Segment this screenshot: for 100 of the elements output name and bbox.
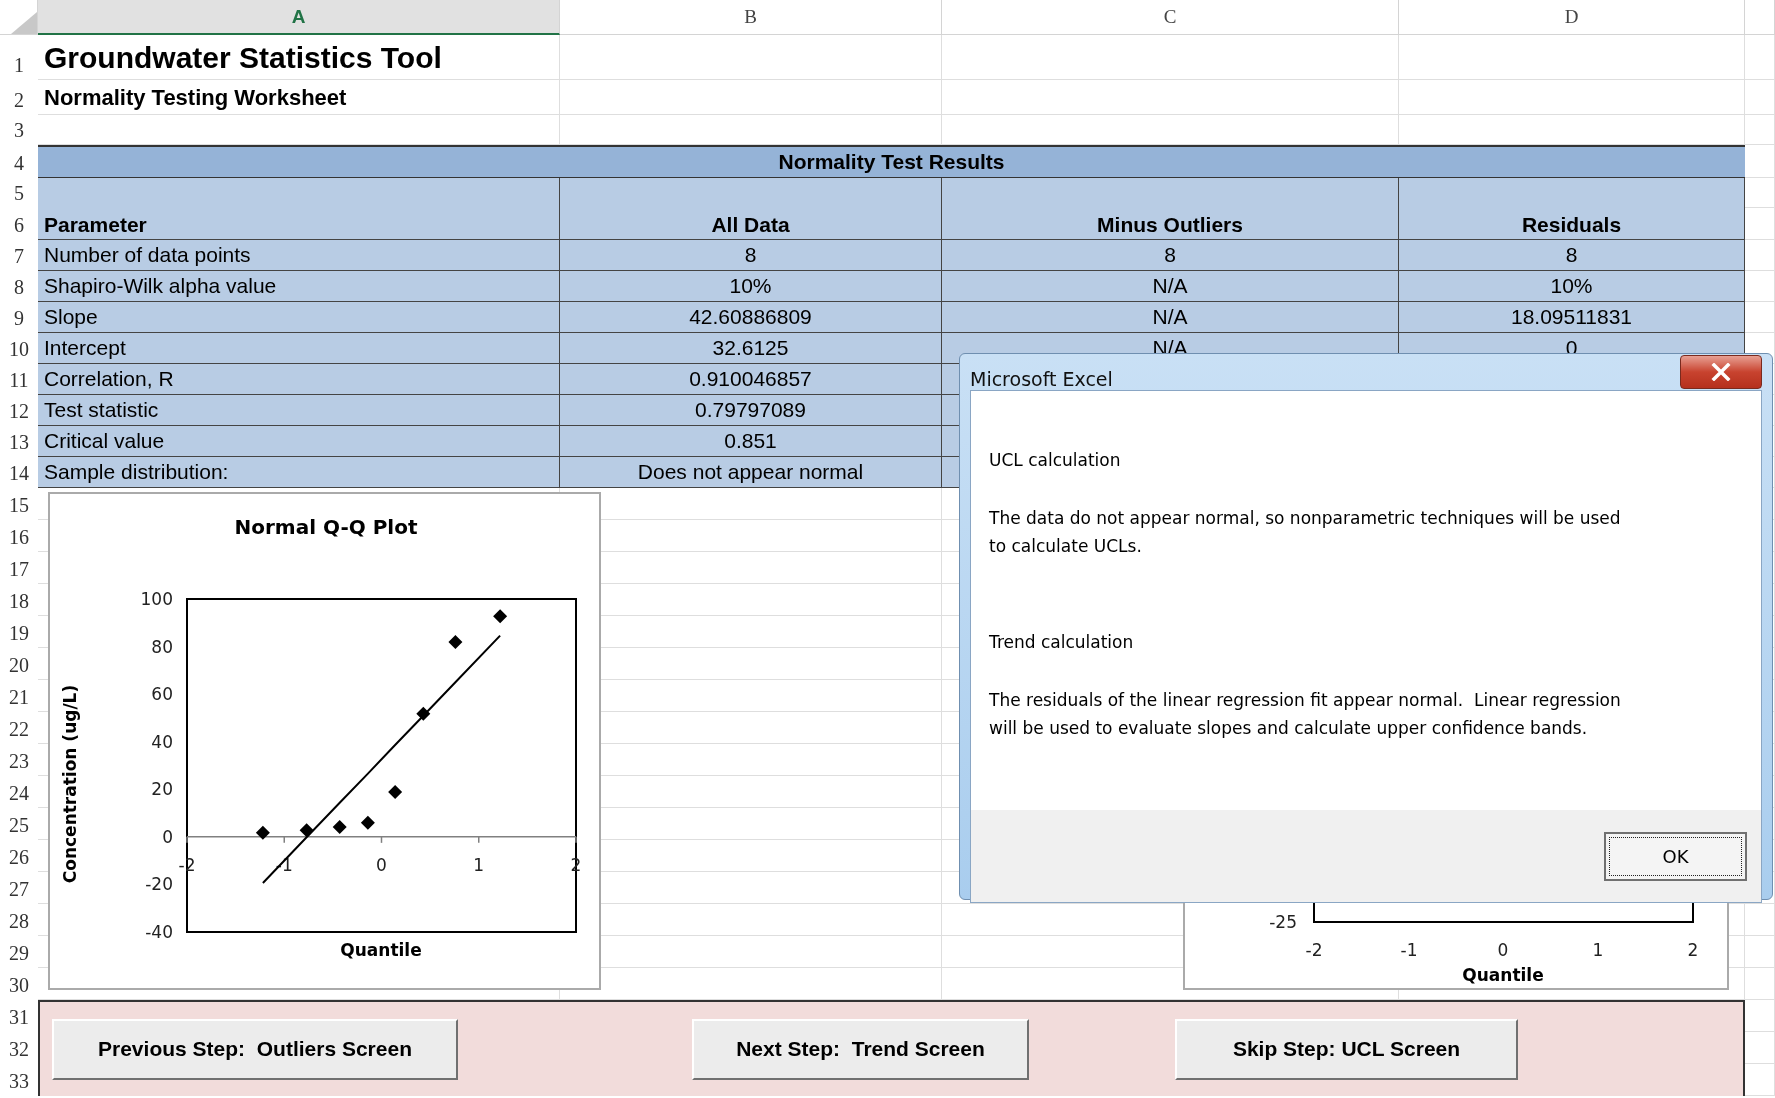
row-number[interactable]: 24	[0, 776, 38, 808]
row-number[interactable]: 1	[0, 35, 38, 80]
table-cell: Slope	[38, 302, 560, 333]
column-heading: Residuals	[1399, 178, 1745, 240]
x-axis-label: Quantile	[1462, 965, 1544, 985]
column-header[interactable]: D	[1399, 0, 1745, 35]
data-point	[448, 635, 463, 650]
dialog-title: Microsoft Excel	[970, 368, 1113, 390]
x-axis-label: Quantile	[340, 940, 422, 960]
row-number[interactable]: 20	[0, 648, 38, 680]
row-number[interactable]: 25	[0, 808, 38, 840]
axis-tick-label: 0	[376, 854, 387, 875]
table-cell: 8	[560, 240, 942, 271]
row-number[interactable]: 5	[0, 178, 38, 208]
table-cell: 0.851	[560, 426, 942, 457]
axis-tick-label: 0	[162, 826, 173, 847]
row-number[interactable]: 17	[0, 552, 38, 584]
data-point	[388, 784, 403, 799]
table-cell: Does not appear normal	[560, 457, 942, 488]
select-all-icon[interactable]	[11, 12, 37, 34]
axis-tick-label: 40	[151, 731, 173, 752]
table-cell: 8	[1399, 240, 1745, 271]
close-button[interactable]	[1680, 355, 1762, 389]
step-button[interactable]: Previous Step: Outliers Screen	[52, 1018, 458, 1080]
row-number[interactable]: 21	[0, 680, 38, 712]
data-point	[360, 815, 375, 830]
table-cell: Shapiro-Wilk alpha value	[38, 271, 560, 302]
message-text: The residuals of the linear regression fit appear normal. Linear regression will be used to evaluate slopes and calculate upper confidence bands.	[989, 689, 1622, 740]
message-text: The data do not appear normal, so nonparametric techniques will be used to calculate UCLs.	[989, 507, 1622, 558]
row-number[interactable]: 16	[0, 520, 38, 552]
section-heading: UCL calculation	[989, 449, 1122, 472]
axis-tick-label: 60	[151, 684, 173, 705]
row-number[interactable]: 28	[0, 904, 38, 936]
axis-tick-label: 1	[1592, 940, 1604, 960]
table-cell: 10%	[1399, 271, 1745, 302]
table-cell: Sample distribution:	[38, 457, 560, 488]
section-heading: Trend calculation	[989, 631, 1135, 654]
column-header[interactable]: A	[38, 0, 560, 35]
table-cell: 42.60886809	[560, 302, 942, 333]
row-number[interactable]: 29	[0, 936, 38, 968]
axis-tick-label: 80	[151, 636, 173, 657]
axis-tick-label: -2	[1305, 940, 1323, 960]
axis-tick-label: 0	[1497, 940, 1509, 960]
table-cell: Correlation, R	[38, 364, 560, 395]
row-number[interactable]: 32	[0, 1032, 38, 1064]
chart-title: Normal Q-Q Plot	[234, 515, 418, 539]
row-number[interactable]: 30	[0, 968, 38, 1000]
row-number[interactable]: 22	[0, 712, 38, 744]
table-cell: 8	[942, 240, 1399, 271]
row-number[interactable]: 26	[0, 840, 38, 872]
column-heading: All Data	[560, 178, 942, 240]
axis-tick-label: 20	[151, 779, 173, 800]
row-number[interactable]: 12	[0, 395, 38, 426]
y-axis-label: Concentration (ug/L)	[60, 684, 80, 884]
column-header[interactable]: B	[560, 0, 942, 35]
axis-tick-label: -40	[145, 922, 173, 942]
row-number[interactable]: 3	[0, 115, 38, 145]
axis-tick-label: -1	[1400, 940, 1418, 960]
data-point	[416, 706, 431, 721]
row-number[interactable]: 18	[0, 584, 38, 616]
row-number[interactable]: 33	[0, 1064, 38, 1096]
table-heading: Normality Test Results	[38, 145, 1745, 178]
step-button[interactable]: Next Step: Trend Screen	[692, 1018, 1029, 1080]
data-point	[493, 609, 508, 624]
axis-tick-label: 2	[1687, 940, 1699, 960]
row-number[interactable]: 31	[0, 1000, 38, 1032]
close-icon	[1711, 363, 1731, 381]
axis-tick-label: 100	[140, 589, 173, 609]
sheet-title: Groundwater Statistics Tool	[43, 40, 443, 75]
sheet-subtitle: Normality Testing Worksheet	[43, 84, 348, 111]
row-number[interactable]: 23	[0, 744, 38, 776]
row-number[interactable]: 14	[0, 457, 38, 488]
row-number[interactable]: 7	[0, 240, 38, 271]
row-number[interactable]: 11	[0, 364, 38, 395]
column-header[interactable]	[1745, 0, 1775, 35]
table-cell: 0.79797089	[560, 395, 942, 426]
row-number[interactable]: 27	[0, 872, 38, 904]
row-number[interactable]: 10	[0, 333, 38, 364]
column-heading: Parameter	[38, 178, 560, 240]
row-number[interactable]: 9	[0, 302, 38, 333]
ok-button[interactable]: OK	[1604, 831, 1747, 881]
axis-tick-label: 1	[473, 854, 485, 875]
data-point	[332, 820, 347, 835]
column-header[interactable]: C	[942, 0, 1399, 35]
table-cell: 0.910046857	[560, 364, 942, 395]
table-cell: 10%	[560, 271, 942, 302]
row-number[interactable]: 15	[0, 488, 38, 520]
table-cell: Critical value	[38, 426, 560, 457]
step-button[interactable]: Skip Step: UCL Screen	[1175, 1018, 1518, 1080]
axis-tick-label: -20	[145, 874, 173, 895]
row-number[interactable]: 8	[0, 271, 38, 302]
table-cell: N/A	[942, 271, 1399, 302]
table-cell: Test statistic	[38, 395, 560, 426]
column-heading: Minus Outliers	[942, 178, 1399, 240]
row-number[interactable]: 4	[0, 145, 38, 178]
axis-tick-label: -25	[1269, 912, 1297, 932]
row-number[interactable]: 2	[0, 80, 38, 115]
row-number[interactable]: 13	[0, 426, 38, 457]
row-number[interactable]: 19	[0, 616, 38, 648]
row-number[interactable]: 6	[0, 208, 38, 240]
